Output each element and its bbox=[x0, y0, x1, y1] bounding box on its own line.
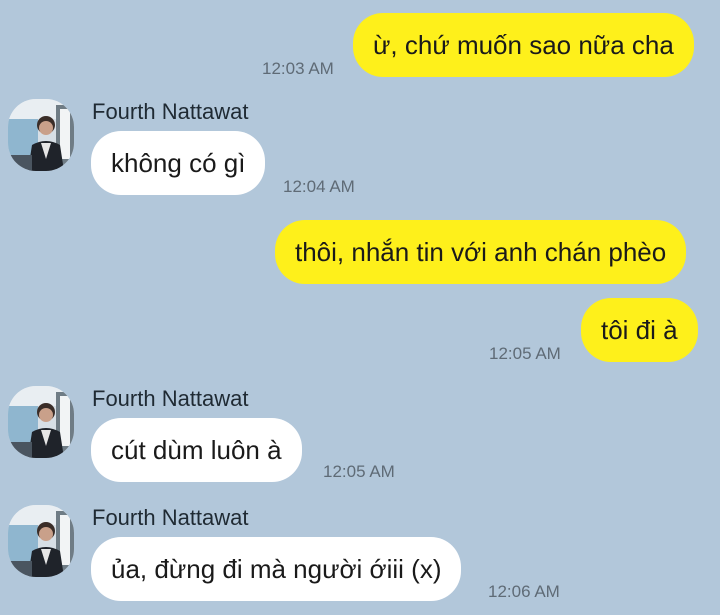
received-message-bubble[interactable]: không có gì bbox=[91, 131, 266, 195]
message-timestamp: 12:03 AM bbox=[262, 59, 334, 78]
message-timestamp: 12:05 AM bbox=[489, 344, 561, 363]
contact-avatar[interactable] bbox=[8, 99, 74, 171]
avatar-photo-icon bbox=[8, 99, 74, 171]
sent-message-bubble[interactable]: tôi đi à bbox=[581, 298, 698, 362]
sent-message-bubble[interactable]: thôi, nhắn tin với anh chán phèo bbox=[275, 220, 687, 284]
contact-avatar[interactable] bbox=[8, 386, 74, 458]
message-timestamp: 12:04 AM bbox=[283, 177, 355, 196]
sender-name: Fourth Nattawat bbox=[92, 505, 249, 530]
chat-area: ừ, chứ muốn sao nữa cha 12:03 AM Fourth … bbox=[0, 0, 720, 615]
received-message-bubble[interactable]: ủa, đừng đi mà người ớiii (x) bbox=[91, 537, 462, 601]
message-timestamp: 12:05 AM bbox=[323, 462, 395, 481]
avatar-photo-icon bbox=[8, 386, 74, 458]
received-message-bubble[interactable]: cút dùm luôn à bbox=[91, 418, 302, 482]
sender-name: Fourth Nattawat bbox=[92, 99, 249, 124]
message-timestamp: 12:06 AM bbox=[488, 582, 560, 601]
contact-avatar[interactable] bbox=[8, 505, 74, 577]
sender-name: Fourth Nattawat bbox=[92, 386, 249, 411]
avatar-photo-icon bbox=[8, 505, 74, 577]
sent-message-bubble[interactable]: ừ, chứ muốn sao nữa cha bbox=[353, 13, 694, 77]
